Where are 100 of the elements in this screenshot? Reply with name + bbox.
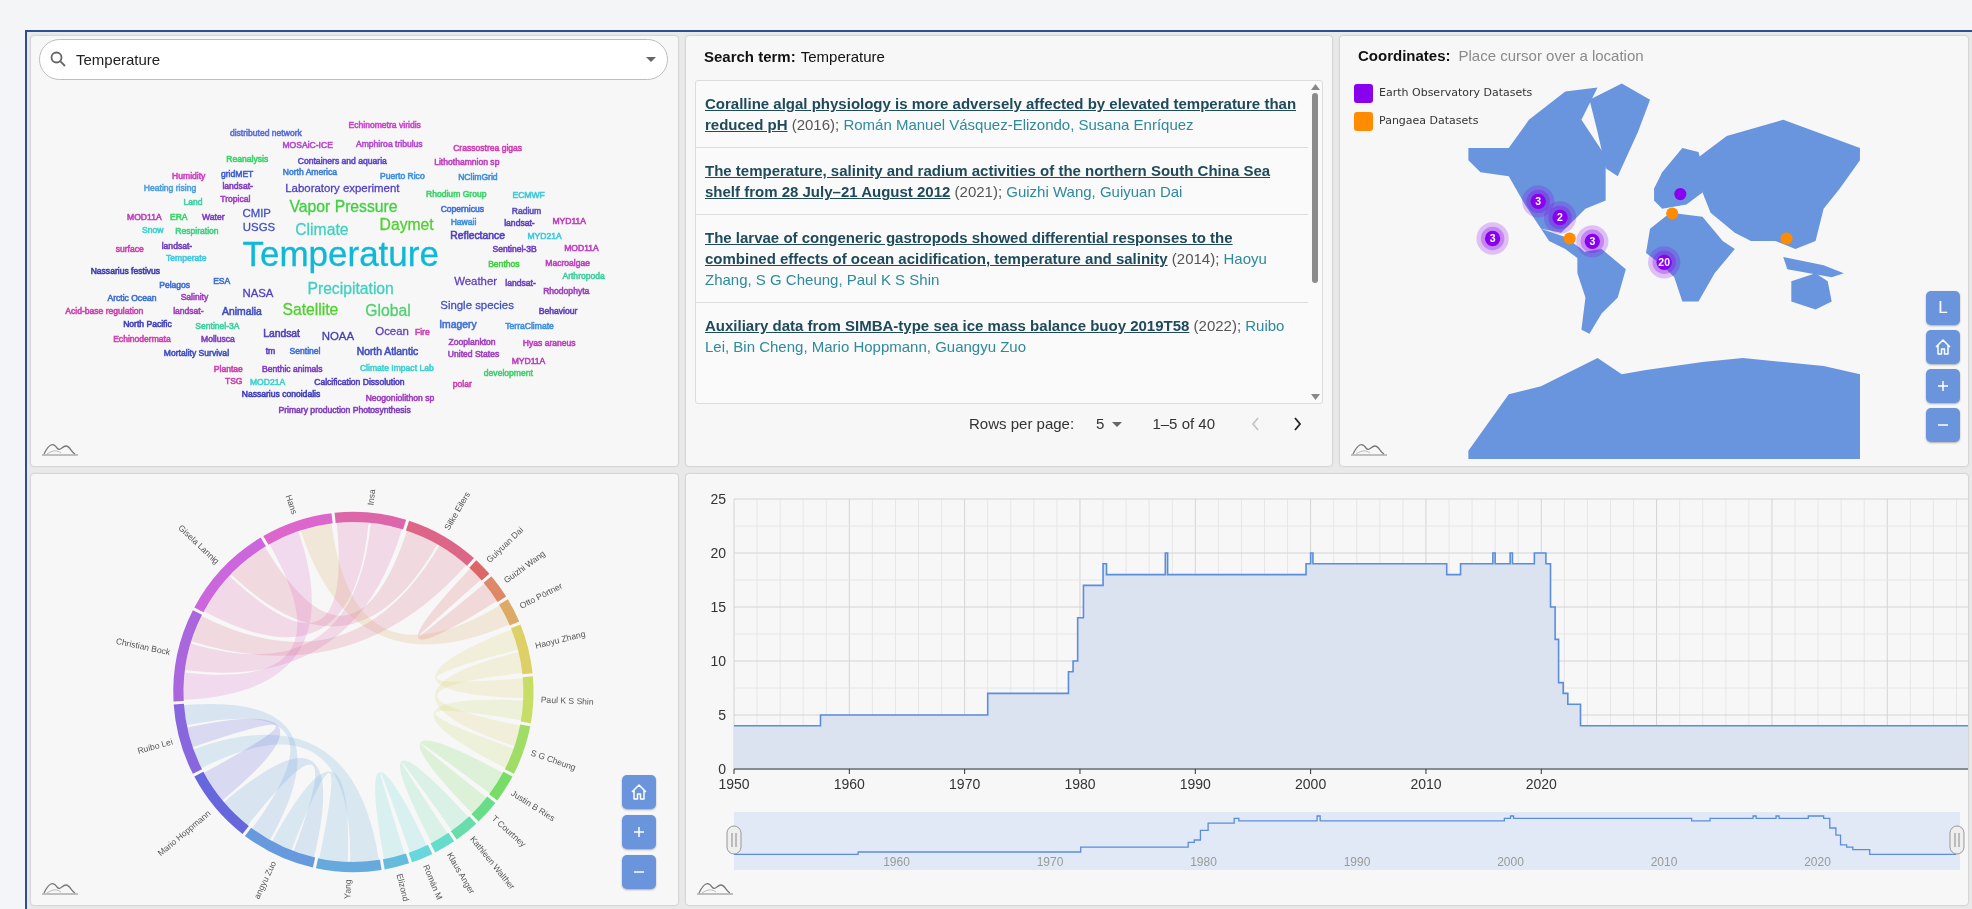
cloud-word[interactable]: Sentinel bbox=[289, 346, 321, 357]
cloud-word[interactable]: Radium bbox=[511, 205, 542, 216]
cluster-marker[interactable]: 3 bbox=[1476, 222, 1509, 255]
cloud-word[interactable]: Arctic Ocean bbox=[107, 293, 157, 304]
cloud-word[interactable]: Imagery bbox=[439, 319, 477, 331]
cloud-word[interactable]: Animalia bbox=[222, 305, 262, 317]
map-point[interactable] bbox=[1780, 232, 1793, 245]
chord-arc[interactable] bbox=[382, 853, 410, 870]
cloud-word[interactable]: Lithothamnion sp bbox=[434, 156, 500, 167]
zoom-in-button[interactable] bbox=[1926, 369, 1960, 403]
cloud-word[interactable]: Laboratory experiment bbox=[285, 182, 400, 195]
scroll-down-icon[interactable] bbox=[1310, 394, 1320, 400]
map-point[interactable] bbox=[1666, 207, 1679, 220]
cloud-word[interactable]: distributed network bbox=[229, 128, 302, 139]
cloud-word[interactable]: Macroalgae bbox=[545, 257, 591, 268]
cluster-marker[interactable]: 20 bbox=[1648, 246, 1681, 279]
cloud-word[interactable]: North America bbox=[282, 167, 338, 178]
cloud-word[interactable]: TerraClimate bbox=[505, 321, 554, 332]
zoom-out-button[interactable] bbox=[622, 855, 656, 889]
search-result[interactable]: Coralline algal physiology is more adversely affected by elevated temperature than reduced pH (2016); Román Manuel Vásquez-Elizondo, Susana Enríquez bbox=[705, 93, 1299, 135]
search-result[interactable]: The temperature, salinity and radium activities of the northern South China Sea shelf from 28 July–21 August 2012 (2021); Guizhi Wang, Guiyuan Dai bbox=[705, 160, 1299, 202]
cloud-word[interactable]: Hyas araneus bbox=[522, 338, 576, 348]
zoom-out-button[interactable] bbox=[1926, 408, 1960, 442]
range-handle[interactable] bbox=[1949, 825, 1965, 855]
cloud-word[interactable]: gridMET bbox=[221, 169, 254, 180]
cloud-word[interactable]: Mollusca bbox=[201, 333, 235, 344]
cloud-word[interactable]: Pelagos bbox=[159, 280, 191, 291]
home-button[interactable] bbox=[622, 775, 656, 809]
cloud-word[interactable]: Single species bbox=[440, 299, 514, 312]
cloud-word[interactable]: landsat- bbox=[505, 278, 536, 288]
map-point[interactable] bbox=[1674, 188, 1687, 201]
cloud-word[interactable]: Calcification Dissolution bbox=[314, 377, 405, 388]
cloud-word[interactable]: Landsat bbox=[263, 328, 300, 340]
cloud-word[interactable]: TSG bbox=[224, 375, 243, 386]
cloud-word[interactable]: NASA bbox=[242, 287, 274, 300]
search-result[interactable]: Auxiliary data from SIMBA-type sea ice mass balance buoy 2019T58 (2022); Ruibo Lei, Bin Cheng, Mario Hoppmann, Guangyu Zuo bbox=[705, 315, 1299, 357]
scrollbar-thumb[interactable] bbox=[1312, 93, 1318, 283]
cloud-word[interactable]: North Pacific bbox=[123, 319, 172, 330]
chord-arc[interactable] bbox=[263, 513, 333, 545]
cloud-word[interactable]: MOD11A bbox=[564, 242, 599, 253]
cloud-word[interactable]: United States bbox=[447, 349, 500, 360]
chord-arc[interactable] bbox=[315, 858, 382, 873]
cloud-word[interactable]: landsat- bbox=[173, 305, 204, 316]
cloud-word[interactable]: MOSAiC-ICE bbox=[282, 140, 333, 151]
cloud-word[interactable]: Rhodophyta bbox=[543, 285, 590, 296]
cloud-word[interactable]: landsat- bbox=[222, 180, 253, 191]
cluster-marker[interactable]: 3 bbox=[1522, 185, 1555, 218]
cloud-word[interactable]: Nassarius festivus bbox=[90, 265, 161, 276]
range-handle[interactable] bbox=[726, 825, 742, 855]
rows-per-page-select[interactable]: 5 bbox=[1096, 412, 1123, 436]
cluster-marker[interactable]: 2 bbox=[1543, 201, 1577, 234]
cloud-word[interactable]: surface bbox=[115, 243, 144, 254]
cloud-word[interactable]: Containers and aquaria bbox=[297, 155, 387, 166]
cloud-word[interactable]: MOD11A bbox=[127, 211, 162, 222]
cloud-word[interactable]: Reflectance bbox=[450, 230, 505, 242]
chord-arc[interactable] bbox=[499, 599, 520, 626]
zoom-in-button[interactable] bbox=[622, 815, 656, 849]
cloud-word[interactable]: NOAA bbox=[321, 329, 355, 342]
scroll-up-icon[interactable] bbox=[1310, 84, 1320, 90]
cloud-word[interactable]: North Atlantic bbox=[356, 345, 419, 357]
cloud-word[interactable]: landsat- bbox=[504, 218, 535, 228]
cloud-word[interactable]: Weather bbox=[454, 274, 498, 287]
cloud-word[interactable]: Hawaii bbox=[450, 216, 477, 227]
cloud-word[interactable]: Fire bbox=[414, 326, 430, 337]
cloud-word[interactable]: MYD11A bbox=[511, 356, 546, 367]
cloud-word[interactable]: CMIP bbox=[242, 207, 271, 220]
cloud-word[interactable]: Zooplankton bbox=[448, 336, 496, 347]
cloud-word[interactable]: Plantae bbox=[213, 363, 243, 374]
cloud-word[interactable]: NClimGrid bbox=[458, 172, 498, 183]
cloud-word[interactable]: Neogoniolithon sp bbox=[365, 392, 435, 403]
cloud-word[interactable]: Echinodermata bbox=[113, 333, 171, 344]
cloud-word[interactable]: Ocean bbox=[375, 325, 409, 338]
cloud-word[interactable]: Benthic animals bbox=[262, 363, 323, 374]
cloud-word[interactable]: landsat- bbox=[161, 240, 193, 251]
cloud-word[interactable]: USGS bbox=[242, 221, 276, 233]
cloud-word[interactable]: Tropical bbox=[220, 194, 251, 205]
cloud-word[interactable]: Echinometra viridis bbox=[348, 119, 421, 130]
cloud-word[interactable]: Crassostrea gigas bbox=[453, 142, 523, 153]
cloud-word[interactable]: Salinity bbox=[180, 291, 209, 302]
cloud-word[interactable]: Sentinel-3B bbox=[492, 244, 537, 255]
cloud-word[interactable]: Behaviour bbox=[538, 305, 578, 316]
cloud-word[interactable]: Mortality Survival bbox=[163, 348, 230, 359]
cloud-word[interactable]: Nassarius conoidalis bbox=[241, 389, 321, 400]
chord-arc[interactable] bbox=[173, 610, 202, 702]
home-button[interactable] bbox=[1926, 330, 1960, 364]
cloud-word[interactable]: tm bbox=[265, 346, 276, 357]
cluster-marker[interactable]: 3 bbox=[1576, 225, 1609, 258]
cloud-word[interactable]: Puerto Rico bbox=[379, 170, 425, 181]
chord-arc[interactable] bbox=[173, 703, 202, 774]
cloud-word[interactable]: Primary production Photosynthesis bbox=[278, 405, 411, 416]
cloud-word[interactable]: Amphiroa tribulus bbox=[356, 139, 423, 150]
cloud-word[interactable]: Acid-base regulation bbox=[65, 305, 144, 316]
cloud-word[interactable]: Heating rising bbox=[143, 183, 197, 193]
chord-arc[interactable] bbox=[334, 511, 407, 530]
cloud-word[interactable]: ESA bbox=[213, 275, 231, 286]
search-field[interactable]: Temperature bbox=[39, 39, 668, 80]
map-point[interactable] bbox=[1563, 232, 1576, 245]
cloud-word[interactable]: MYD11A bbox=[552, 215, 587, 226]
cloud-word[interactable]: Copernicus bbox=[440, 203, 484, 214]
cloud-word[interactable]: polar bbox=[452, 378, 472, 389]
